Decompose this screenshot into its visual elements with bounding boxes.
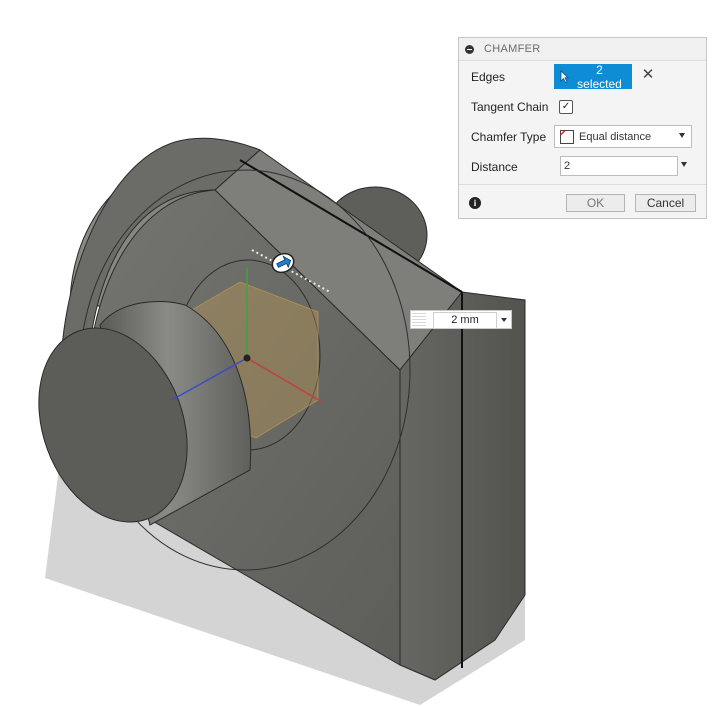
info-icon[interactable]: i bbox=[469, 197, 481, 209]
tangent-chain-label: Tangent Chain bbox=[471, 100, 549, 114]
edges-selection-button[interactable]: 2 selected bbox=[554, 62, 632, 91]
collapse-icon[interactable] bbox=[465, 44, 474, 54]
tangent-chain-checkbox[interactable]: ✓ bbox=[559, 100, 573, 114]
dropdown-arrow-icon[interactable] bbox=[501, 318, 507, 322]
cursor-icon bbox=[560, 70, 569, 83]
cancel-button[interactable]: Cancel bbox=[635, 194, 696, 212]
grip-handle[interactable] bbox=[412, 313, 426, 327]
ok-button[interactable]: OK bbox=[566, 194, 625, 212]
edges-row: Edges 2 selected ✕ bbox=[459, 62, 706, 92]
distance-manipulator-value[interactable]: 2 mm bbox=[433, 312, 497, 329]
chamfer-type-label: Chamfer Type bbox=[471, 130, 547, 144]
dropdown-arrow-icon[interactable] bbox=[681, 162, 687, 167]
chamfer-type-icon bbox=[559, 129, 574, 144]
tangent-chain-row: Tangent Chain ✓ bbox=[459, 92, 706, 122]
distance-manipulator[interactable]: 2 mm bbox=[410, 310, 512, 329]
distance-row: Distance 2 bbox=[459, 152, 706, 182]
distance-input[interactable]: 2 bbox=[560, 156, 678, 176]
distance-label: Distance bbox=[471, 160, 518, 174]
chamfer-type-value: Equal distance bbox=[579, 130, 652, 143]
origin-point bbox=[243, 354, 251, 362]
panel-title: CHAMFER bbox=[484, 43, 541, 55]
chamfer-type-select[interactable]: Equal distance bbox=[554, 125, 692, 148]
chamfer-type-row: Chamfer Type Equal distance bbox=[459, 122, 706, 152]
panel-header: CHAMFER bbox=[459, 38, 706, 61]
panel-footer: i OK Cancel bbox=[459, 184, 706, 220]
close-icon[interactable]: ✕ bbox=[641, 67, 655, 82]
dropdown-arrow-icon bbox=[679, 133, 685, 138]
checkmark-icon: ✓ bbox=[561, 101, 571, 112]
chamfer-panel: CHAMFER Edges 2 selected ✕ Tangent Chain… bbox=[458, 37, 707, 219]
edges-selection-count: 2 selected bbox=[577, 62, 622, 91]
edges-label: Edges bbox=[471, 70, 506, 84]
